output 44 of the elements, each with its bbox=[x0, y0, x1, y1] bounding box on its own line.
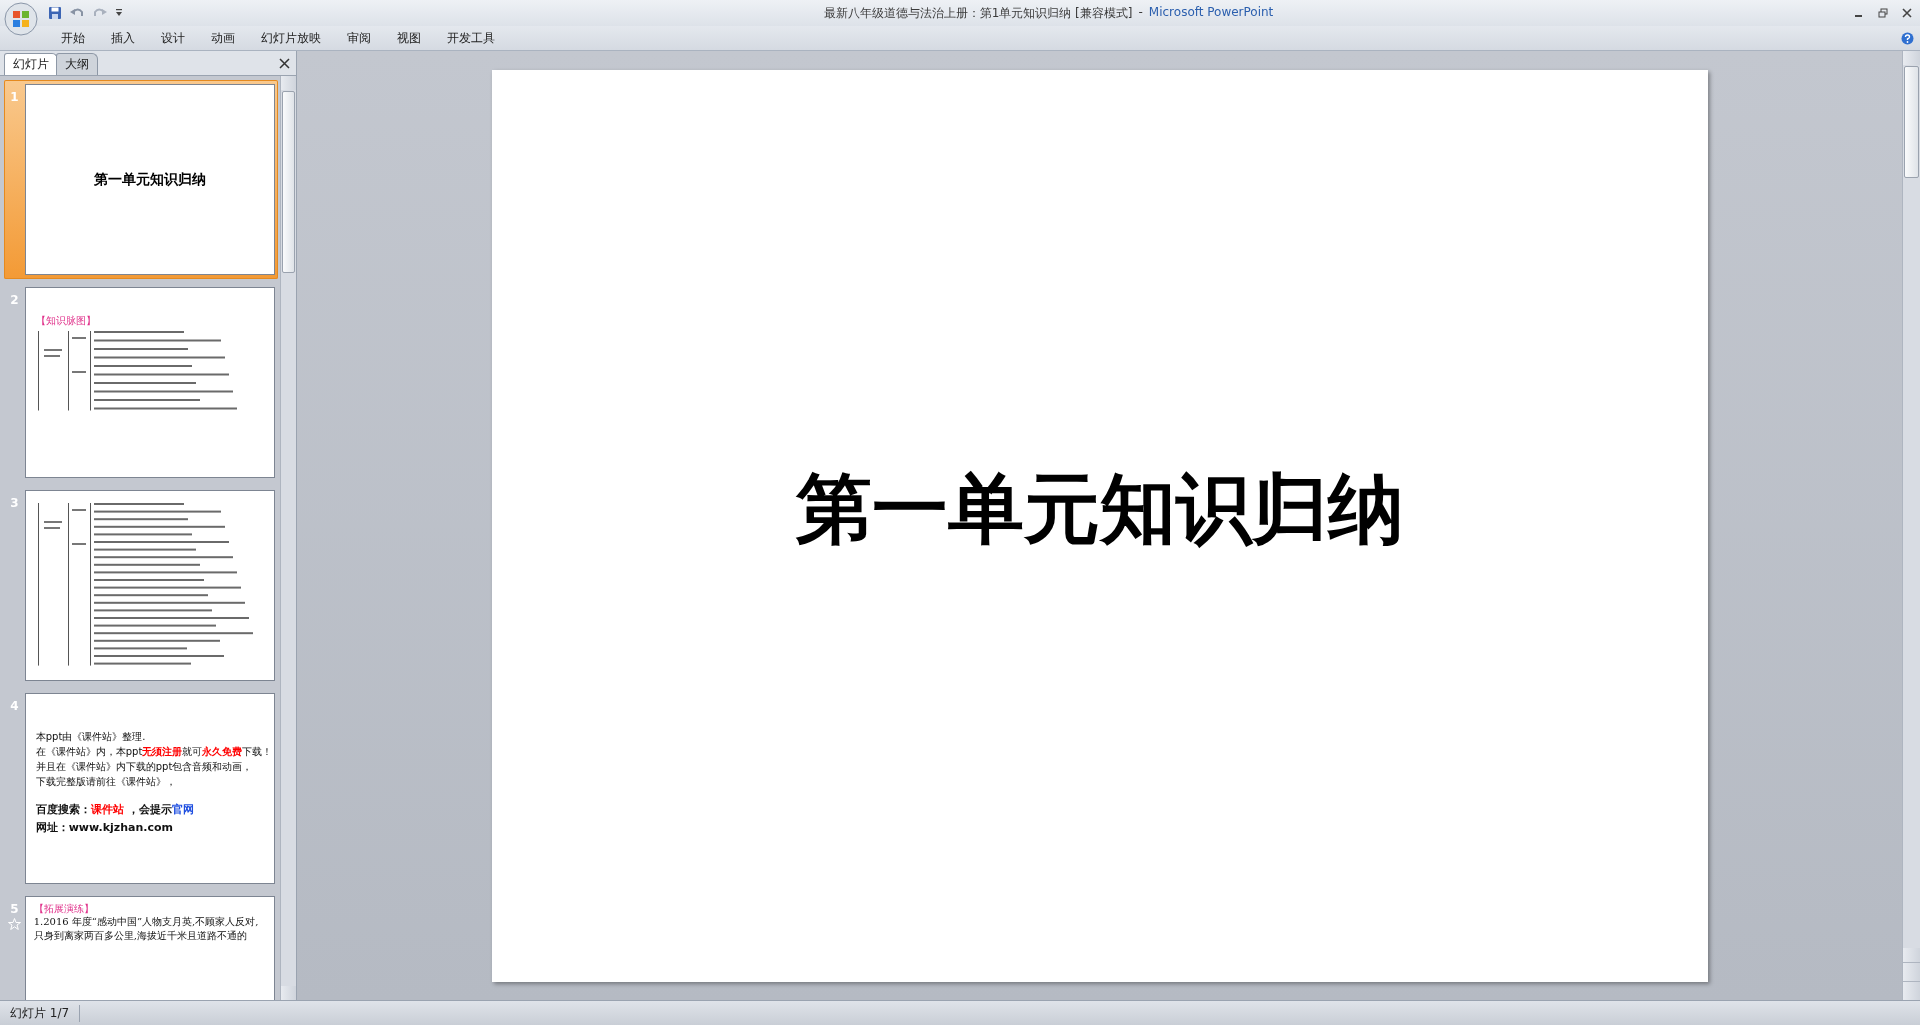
slide-text-line: 网址：www.kjzhan.com bbox=[35, 820, 173, 836]
slide-thumbnail-item[interactable]: 5 【拓展演练】 1.2016 年度“感动中国”人物支月英,不顾家人反对, 只身到离家两百多公里,海拔近千米且道路不通的 bbox=[4, 892, 278, 1000]
slide-text-line: 百度搜索：课件站 ，会提示官网 bbox=[35, 802, 194, 818]
ribbon-tab[interactable]: 幻灯片放映 bbox=[248, 27, 334, 49]
slide-number: 3 bbox=[10, 496, 19, 510]
ribbon-tab[interactable]: 设计 bbox=[148, 27, 198, 49]
ribbon-tab[interactable]: 动画 bbox=[198, 27, 248, 49]
slide-title: 第一单元知识归纳 bbox=[93, 170, 206, 189]
save-icon[interactable] bbox=[48, 6, 62, 20]
ribbon-tab[interactable]: 插入 bbox=[98, 27, 148, 49]
slide-heading: 【拓展演练】 bbox=[33, 902, 94, 915]
slide-indicator: 幻灯片 1/7 bbox=[0, 1004, 81, 1022]
customize-caret-icon[interactable] bbox=[115, 8, 123, 18]
slide-thumbnail-item[interactable]: 2 【知识脉图】 bbox=[4, 283, 278, 482]
slide-text-line: 并且在《课件站》内下载的ppt包含音频和动画， bbox=[35, 760, 253, 773]
slide-text-line: 只身到离家两百多公里,海拔近千米且道路不通的 bbox=[33, 929, 247, 943]
help-icon[interactable] bbox=[1901, 31, 1914, 45]
pane-tab[interactable]: 大纲 bbox=[56, 53, 98, 75]
slide-text-line: 下载完整版请前往《课件站》， bbox=[35, 775, 176, 788]
pane-tab[interactable]: 幻灯片 bbox=[4, 53, 58, 75]
scrollbar[interactable] bbox=[280, 76, 296, 1000]
ribbon-tab[interactable]: 开发工具 bbox=[434, 27, 508, 49]
slide-number: 4 bbox=[10, 699, 19, 713]
title-separator: - bbox=[1138, 4, 1143, 21]
animation-star-icon bbox=[7, 918, 21, 930]
ribbon-tab[interactable]: 审阅 bbox=[334, 27, 384, 49]
ribbon-tab[interactable]: 开始 bbox=[48, 27, 98, 49]
app-name: Microsoft PowerPoint bbox=[1148, 4, 1274, 21]
slide-heading: 【知识脉图】 bbox=[35, 314, 96, 327]
slide-title: 第一单元知识归纳 bbox=[795, 463, 1404, 555]
slide-number: 2 bbox=[10, 293, 19, 307]
restore-icon[interactable] bbox=[1878, 8, 1888, 18]
slide-text-line: 本ppt由《课件站》整理. bbox=[35, 730, 146, 743]
slide-text-line: 在《课件站》内，本ppt无须注册就可永久免费下载！ bbox=[35, 745, 273, 758]
slide-number: 5 bbox=[10, 902, 19, 916]
slide-text-line: 1.2016 年度“感动中国”人物支月英,不顾家人反对, bbox=[33, 915, 259, 929]
window-title: 最新八年级道德与法治上册：第1单元知识归纳 [兼容模式] bbox=[823, 4, 1133, 22]
close-icon[interactable] bbox=[279, 57, 290, 69]
slide-thumbnail-item[interactable]: 1 第一单元知识归纳 bbox=[4, 80, 278, 279]
slide-number: 1 bbox=[10, 90, 19, 104]
scrollbar[interactable] bbox=[1902, 51, 1920, 1000]
close-icon[interactable] bbox=[1902, 8, 1912, 18]
slide-thumbnail-item[interactable]: 4 本ppt由《课件站》整理. 在《课件站》内，本ppt无须注册就可永久免费下载！ 并且在《课件站》内下载的ppt包含音频和动画， 下载完整版请前往《课件站》， 百度搜索：课件站 ，会提示官网 网址：www.kjzhan.com bbox=[4, 689, 278, 888]
ribbon-tab[interactable]: 视图 bbox=[384, 27, 434, 49]
